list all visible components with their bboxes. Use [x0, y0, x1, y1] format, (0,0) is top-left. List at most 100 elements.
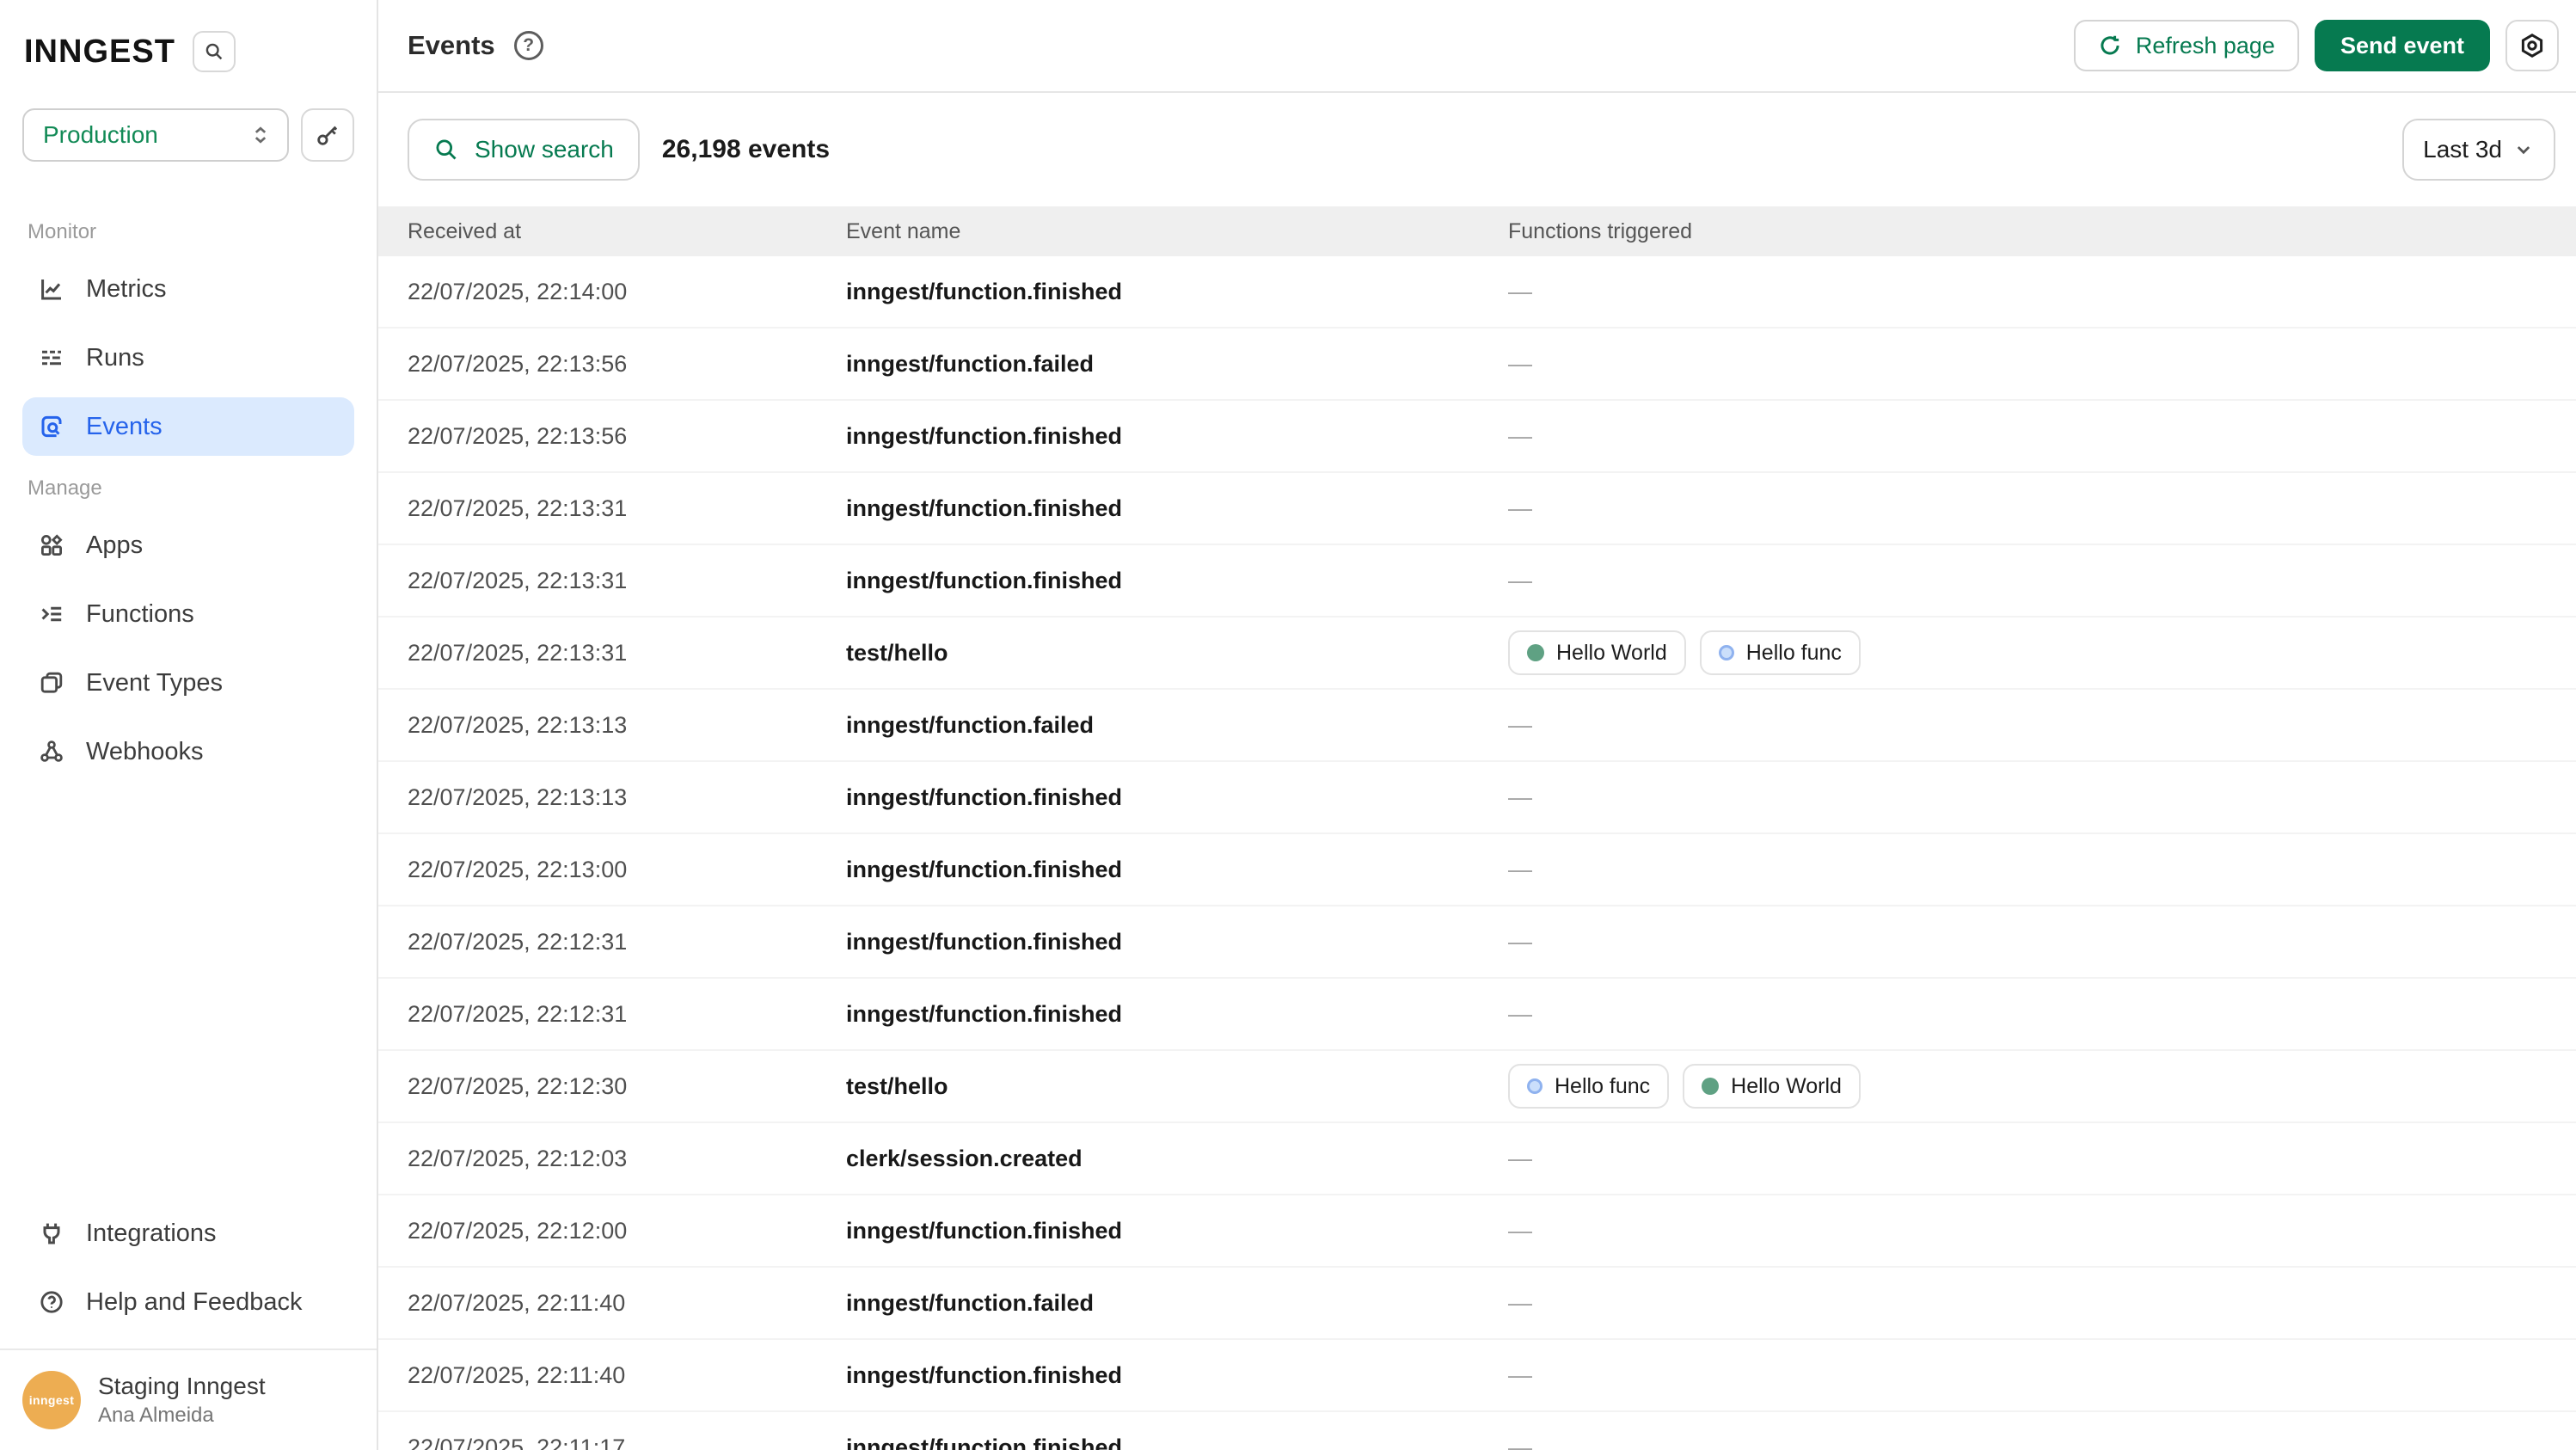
function-badge-label: Hello World: [1731, 1074, 1842, 1099]
function-badge-label: Hello World: [1556, 641, 1667, 666]
function-status-dot: [1719, 645, 1734, 660]
sidebar-nav: Monitor Metrics Runs Events Manage: [0, 200, 377, 791]
environment-selected-label: Production: [43, 121, 158, 149]
cell-functions-triggered: —: [1508, 1000, 2576, 1028]
table-row[interactable]: 22/07/2025, 22:13:31 inngest/function.fi…: [378, 545, 2576, 617]
cell-event-name: inngest/function.finished: [846, 784, 1508, 811]
page-title: Events: [408, 30, 495, 61]
function-status-dot: [1702, 1078, 1719, 1095]
table-row[interactable]: 22/07/2025, 22:11:17 inngest/function.fi…: [378, 1412, 2576, 1450]
function-badge[interactable]: Hello func: [1700, 630, 1861, 675]
cell-functions-triggered: —: [1508, 711, 2576, 739]
table-row[interactable]: 22/07/2025, 22:13:31 inngest/function.fi…: [378, 473, 2576, 545]
settings-button[interactable]: [2505, 20, 2559, 71]
sidebar-item-help-and-feedback[interactable]: Help and Feedback: [22, 1273, 354, 1331]
no-functions-dash: —: [1508, 567, 1532, 594]
time-range-select[interactable]: Last 3d: [2402, 119, 2555, 181]
no-functions-dash: —: [1508, 350, 1532, 378]
app-window: INNGEST Production Monitor: [0, 0, 2576, 1450]
event-keys-button[interactable]: [301, 108, 354, 162]
account-switcher[interactable]: inngest Staging Inngest Ana Almeida: [22, 1350, 354, 1433]
column-header-functions-triggered: Functions triggered: [1508, 219, 2576, 244]
cell-functions-triggered: —: [1508, 1145, 2576, 1172]
events-toolbar: Show search 26,198 events Last 3d: [378, 93, 2576, 206]
cell-event-name: inngest/function.finished: [846, 423, 1508, 450]
table-row[interactable]: 22/07/2025, 22:14:00 inngest/function.fi…: [378, 256, 2576, 329]
cell-functions-triggered: —: [1508, 856, 2576, 883]
table-header-row: Received at Event name Functions trigger…: [378, 206, 2576, 256]
no-functions-dash: —: [1508, 711, 1532, 739]
sidebar-item-label: Integrations: [86, 1220, 217, 1248]
sidebar-item-webhooks[interactable]: Webhooks: [22, 722, 354, 781]
table-row[interactable]: 22/07/2025, 22:13:56 inngest/function.fa…: [378, 329, 2576, 401]
no-functions-dash: —: [1508, 278, 1532, 305]
cell-functions-triggered: —: [1508, 1289, 2576, 1317]
table-body: 22/07/2025, 22:14:00 inngest/function.fi…: [378, 256, 2576, 1450]
show-search-button[interactable]: Show search: [408, 119, 640, 181]
table-row[interactable]: 22/07/2025, 22:13:00 inngest/function.fi…: [378, 834, 2576, 906]
refresh-page-button[interactable]: Refresh page: [2074, 20, 2299, 71]
functions-code-icon: [38, 600, 65, 628]
cell-functions-triggered: —: [1508, 495, 2576, 522]
time-range-label: Last 3d: [2423, 136, 2502, 163]
cell-functions-triggered: —: [1508, 350, 2576, 378]
no-functions-dash: —: [1508, 1434, 1532, 1450]
no-functions-dash: —: [1508, 1289, 1532, 1317]
table-row[interactable]: 22/07/2025, 22:12:30 test/hello Hello fu…: [378, 1051, 2576, 1123]
sidebar-item-apps[interactable]: Apps: [22, 516, 354, 574]
page-help-icon[interactable]: ?: [514, 31, 543, 60]
cell-received-at: 22/07/2025, 22:11:17: [408, 1435, 846, 1450]
send-event-button[interactable]: Send event: [2315, 20, 2490, 71]
cell-event-name: inngest/function.finished: [846, 1001, 1508, 1028]
table-row[interactable]: 22/07/2025, 22:11:40 inngest/function.fa…: [378, 1268, 2576, 1340]
sidebar-item-functions[interactable]: Functions: [22, 585, 354, 643]
table-row[interactable]: 22/07/2025, 22:11:40 inngest/function.fi…: [378, 1340, 2576, 1412]
cell-event-name: inngest/function.failed: [846, 712, 1508, 739]
table-row[interactable]: 22/07/2025, 22:12:31 inngest/function.fi…: [378, 979, 2576, 1051]
no-functions-dash: —: [1508, 856, 1532, 883]
environment-select[interactable]: Production: [22, 108, 289, 162]
sidebar-item-label: Runs: [86, 344, 144, 372]
table-row[interactable]: 22/07/2025, 22:13:31 test/hello Hello Wo…: [378, 617, 2576, 690]
sidebar-item-label: Event Types: [86, 669, 223, 697]
cell-received-at: 22/07/2025, 22:13:00: [408, 857, 846, 883]
event-types-icon: [38, 669, 65, 697]
function-badge[interactable]: Hello World: [1508, 630, 1686, 675]
sidebar-footer: Integrations Help and Feedback inngest S…: [0, 1204, 377, 1450]
cell-received-at: 22/07/2025, 22:12:31: [408, 929, 846, 955]
sidebar-item-label: Metrics: [86, 275, 166, 304]
table-row[interactable]: 22/07/2025, 22:13:13 inngest/function.fa…: [378, 690, 2576, 762]
function-badge[interactable]: Hello World: [1683, 1064, 1861, 1109]
help-circle-icon: [38, 1288, 65, 1316]
function-status-dot: [1527, 1078, 1543, 1094]
table-row[interactable]: 22/07/2025, 22:12:31 inngest/function.fi…: [378, 906, 2576, 979]
sidebar-item-metrics[interactable]: Metrics: [22, 260, 354, 318]
sidebar: INNGEST Production Monitor: [0, 0, 378, 1450]
function-badge[interactable]: Hello func: [1508, 1064, 1669, 1109]
refresh-icon: [2098, 34, 2122, 58]
sidebar-item-events[interactable]: Events: [22, 397, 354, 456]
table-row[interactable]: 22/07/2025, 22:12:03 clerk/session.creat…: [378, 1123, 2576, 1195]
events-search-icon: [38, 413, 65, 440]
sidebar-item-integrations[interactable]: Integrations: [22, 1204, 354, 1263]
global-search-button[interactable]: [193, 31, 236, 72]
table-row[interactable]: 22/07/2025, 22:12:00 inngest/function.fi…: [378, 1195, 2576, 1268]
cell-received-at: 22/07/2025, 22:13:56: [408, 351, 846, 378]
sidebar-item-runs[interactable]: Runs: [22, 329, 354, 387]
table-row[interactable]: 22/07/2025, 22:13:13 inngest/function.fi…: [378, 762, 2576, 834]
metrics-chart-icon: [38, 275, 65, 303]
cell-received-at: 22/07/2025, 22:13:31: [408, 495, 846, 522]
integrations-plug-icon: [38, 1220, 65, 1247]
table-row[interactable]: 22/07/2025, 22:13:56 inngest/function.fi…: [378, 401, 2576, 473]
no-functions-dash: —: [1508, 1145, 1532, 1172]
sidebar-item-event-types[interactable]: Event Types: [22, 654, 354, 712]
sidebar-item-label: Functions: [86, 600, 194, 629]
cell-received-at: 22/07/2025, 22:13:31: [408, 640, 846, 667]
cell-received-at: 22/07/2025, 22:11:40: [408, 1362, 846, 1389]
cell-received-at: 22/07/2025, 22:12:03: [408, 1146, 846, 1172]
gear-icon: [2518, 32, 2546, 59]
cell-received-at: 22/07/2025, 22:12:31: [408, 1001, 846, 1028]
chevrons-up-down-icon: [249, 124, 272, 146]
nav-section-monitor: Monitor: [22, 220, 354, 244]
apps-grid-icon: [38, 531, 65, 559]
